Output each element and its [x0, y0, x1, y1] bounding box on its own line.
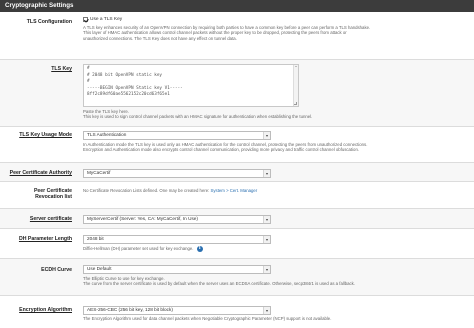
tls-key-line: 8ff2c89df60ae5562152c20cd63f65e1	[87, 92, 170, 97]
help-line: unauthorized connections. The TLS Key do…	[83, 35, 237, 41]
tls-key-textarea[interactable]: # # 2048 bit OpenVPN static key # -----B…	[83, 64, 299, 107]
encryption-algorithm-select[interactable]: AES-256-CBC (256 bit key, 128 bit block)	[83, 306, 271, 315]
dh-parameter-length-select[interactable]: 2048 bit	[83, 235, 271, 244]
peer-certificate-authority-label-text: Peer Certificate Authority	[9, 170, 72, 176]
tls-key-label-text: TLS Key	[51, 66, 72, 72]
tls-configuration-help: A TLS key enhances security of an OpenVP…	[83, 25, 468, 41]
help-line: Diffie-Hellman (DH) parameter set used f…	[83, 245, 194, 251]
dh-parameter-length-row: DH Parameter Length 2048 bit Diffie-Hell…	[0, 229, 474, 259]
peer-certificate-authority-value: MyCaCertif	[87, 170, 111, 175]
peer-crl-label-line: Revocation list	[35, 194, 72, 201]
dh-parameter-length-label-text: DH Parameter Length	[18, 236, 72, 242]
tls-key-usage-mode-value: TLS Authentication	[87, 132, 127, 137]
tls-configuration-row: TLS Configuration Use a TLS Key A TLS ke…	[0, 12, 474, 60]
server-certificate-select[interactable]: MyServerCertif (Server: Yes, CA: MyCaCer…	[83, 215, 271, 224]
peer-crl-label: Peer Certificate Revocation list	[0, 188, 72, 200]
chevron-down-icon[interactable]	[263, 307, 270, 314]
dh-parameter-length-value: 2048 bit	[87, 236, 104, 241]
chevron-down-icon[interactable]	[263, 170, 270, 177]
help-line: Encryption and Authentication mode also …	[83, 146, 360, 152]
tls-configuration-label: TLS Configuration	[26, 19, 72, 25]
tls-key-row: TLS Key # # 2048 bit OpenVPN static key …	[0, 60, 474, 127]
encryption-algorithm-label-text: Encryption Algorithm	[19, 307, 72, 313]
tls-key-usage-mode-label-text: TLS Key Usage Mode	[19, 132, 72, 138]
tls-key-usage-mode-row: TLS Key Usage Mode TLS Authentication In…	[0, 127, 474, 163]
info-icon[interactable]: i	[196, 245, 203, 252]
encryption-algorithm-help: The Encryption Algorithm used for data c…	[83, 315, 332, 321]
ecdh-curve-label: ECDH Curve	[41, 267, 72, 273]
encryption-algorithm-row: Encryption Algorithm AES-256-CBC (256 bi…	[0, 296, 474, 328]
chevron-down-icon[interactable]	[263, 216, 270, 223]
use-tls-key-checkbox[interactable]	[83, 17, 88, 23]
encryption-algorithm-value: AES-256-CBC (256 bit key, 128 bit block)	[87, 307, 173, 312]
server-certificate-label-text: Server certificate	[29, 216, 72, 222]
peer-certificate-authority-select[interactable]: MyCaCertif	[83, 169, 271, 178]
chevron-down-icon[interactable]	[263, 132, 270, 139]
chevron-down-icon[interactable]	[263, 266, 270, 273]
chevron-down-icon[interactable]	[263, 236, 270, 243]
cert-manager-link[interactable]: System > Cert. Manager	[211, 188, 258, 193]
textarea-scrollbar[interactable]	[293, 65, 298, 106]
help-line: The curve from the server certificate is…	[83, 280, 356, 286]
use-tls-key-option[interactable]: Use a TLS Key	[83, 17, 468, 23]
dh-parameter-length-help: Diffie-Hellman (DH) parameter set used f…	[83, 245, 468, 252]
ecdh-curve-row: ECDH Curve Use Default The Elliptic Curv…	[0, 259, 474, 296]
server-certificate-label: Server certificate	[0, 216, 72, 222]
peer-certificate-authority-label: Peer Certificate Authority	[0, 170, 72, 176]
tls-key-usage-mode-help: In Authentication mode the TLS key is us…	[83, 142, 468, 153]
ecdh-curve-value: Use Default	[87, 266, 112, 271]
peer-crl-message: No Certificate Revocation Lists defined.…	[83, 188, 211, 193]
ecdh-curve-help: The Elliptic Curve to use for key exchan…	[83, 276, 468, 287]
tls-key-usage-mode-select[interactable]: TLS Authentication	[83, 131, 271, 140]
peer-certificate-authority-row: Peer Certificate Authority MyCaCertif	[0, 163, 474, 182]
tls-key-usage-mode-label: TLS Key Usage Mode	[0, 132, 72, 138]
help-line: This key is used to sign control channel…	[83, 114, 313, 120]
server-certificate-value: MyServerCertif (Server: Yes, CA: MyCaCer…	[87, 216, 198, 221]
encryption-algorithm-label: Encryption Algorithm	[0, 307, 72, 313]
use-tls-key-checkbox-label[interactable]: Use a TLS Key	[90, 17, 122, 22]
dh-parameter-length-label: DH Parameter Length	[0, 236, 72, 242]
tls-key-help: Paste the TLS key here. This key is used…	[83, 109, 468, 120]
panel-title: Cryptographic Settings	[0, 0, 474, 12]
peer-crl-text: No Certificate Revocation Lists defined.…	[83, 188, 468, 194]
peer-crl-row: Peer Certificate Revocation list No Cert…	[0, 182, 474, 209]
textarea-resize-handle[interactable]	[294, 102, 297, 105]
server-certificate-row: Server certificate MyServerCertif (Serve…	[0, 209, 474, 229]
tls-key-label: TLS Key	[0, 66, 72, 72]
ecdh-curve-select[interactable]: Use Default	[83, 265, 271, 274]
